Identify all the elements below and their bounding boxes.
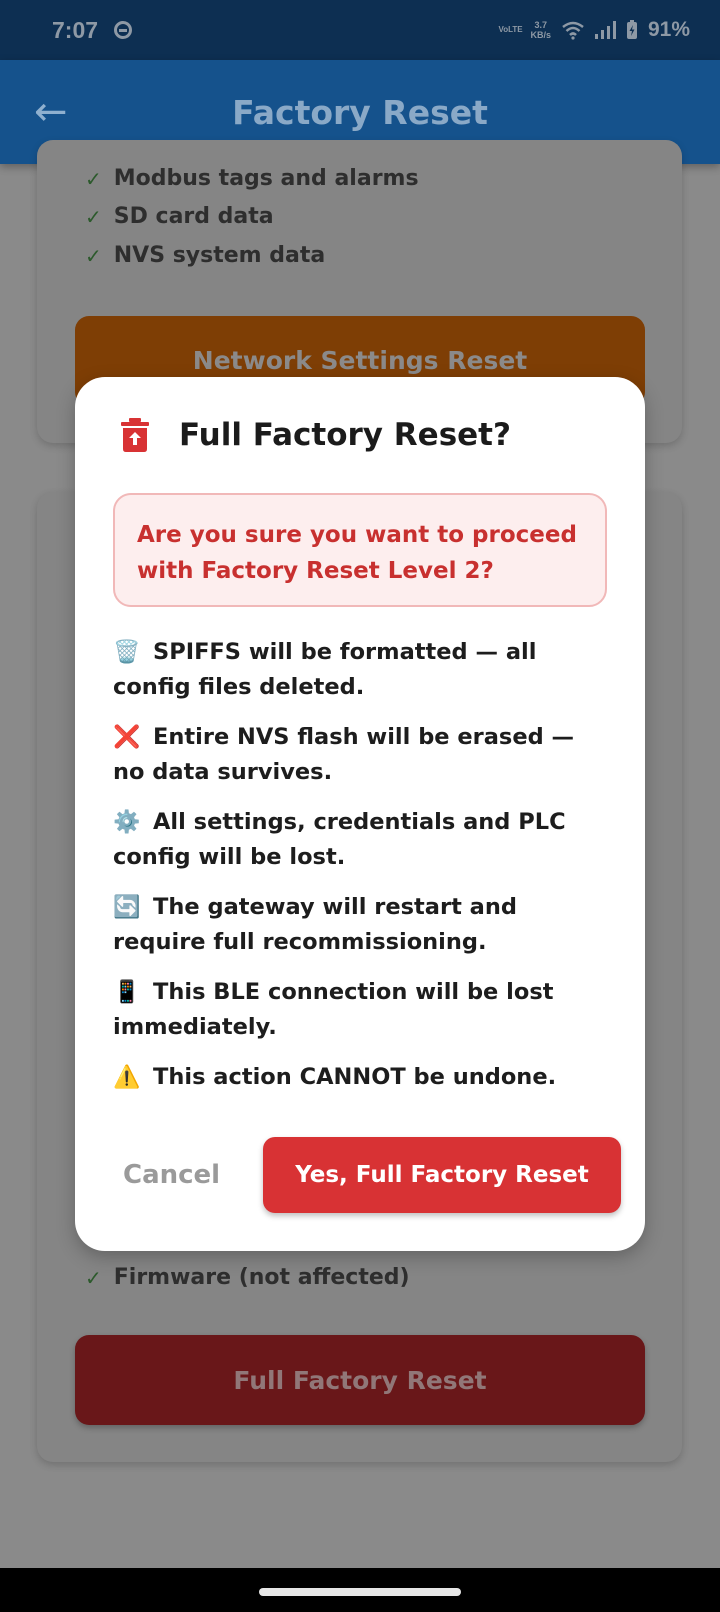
status-time: 7:07	[52, 16, 99, 43]
confirm-dialog: Full Factory Reset? Are you sure you wan…	[75, 377, 645, 1251]
network-speed-value: 3.7	[534, 20, 547, 30]
phone-icon: 📱	[113, 980, 141, 1005]
wifi-icon	[562, 21, 584, 40]
restart-icon: 🔄	[113, 895, 141, 920]
list-item: ✓ Modbus tags and alarms	[85, 166, 419, 191]
list-item-label: SD card data	[113, 204, 274, 229]
dialog-header: Full Factory Reset?	[121, 417, 511, 453]
full-factory-reset-button[interactable]: Full Factory Reset	[75, 1335, 645, 1425]
delete-forever-icon	[121, 418, 149, 452]
warning-box: Are you sure you want to proceed with Fa…	[113, 493, 607, 607]
dialog-title: Full Factory Reset?	[179, 417, 511, 453]
cross-mark-icon: ❌	[113, 725, 141, 750]
consequence-list: 🗑️ SPIFFS will be formatted — all config …	[113, 635, 613, 1111]
consequence-item: 📱 This BLE connection will be lost immedi…	[113, 975, 613, 1044]
consequence-text: This BLE connection will be lost immedia…	[113, 979, 554, 1040]
page-title: Factory Reset	[232, 92, 488, 132]
consequence-item: 🔄 The gateway will restart and require fu…	[113, 890, 613, 959]
battery-percent: 91%	[647, 18, 690, 41]
volte-indicator: VoLTE	[498, 25, 523, 34]
network-speed: 3.7 KB/s	[530, 20, 551, 40]
consequence-item: ⚙️ All settings, credentials and PLC conf…	[113, 805, 613, 874]
home-gesture-handle[interactable]	[259, 1588, 461, 1596]
list-item-label: Firmware (not affected)	[113, 1265, 410, 1290]
confirm-factory-reset-button[interactable]: Yes, Full Factory Reset	[263, 1137, 621, 1213]
cancel-button[interactable]: Cancel	[123, 1137, 220, 1213]
dialog-actions: Cancel Yes, Full Factory Reset	[113, 1137, 621, 1213]
consequence-item: ❌ Entire NVS flash will be erased — no da…	[113, 720, 613, 789]
list-item-label: NVS system data	[113, 243, 326, 268]
battery-charging-icon	[626, 20, 637, 39]
trash-icon: 🗑️	[113, 640, 141, 665]
check-icon: ✓	[85, 166, 102, 191]
list-item-label: Modbus tags and alarms	[113, 166, 419, 191]
list-item: ✓ NVS system data	[85, 243, 325, 268]
system-nav-bar	[0, 1568, 720, 1612]
list-item: ✓ SD card data	[85, 204, 274, 229]
check-icon: ✓	[85, 1265, 102, 1290]
status-bar: 7:07 VoLTE 3.7 KB/s 91%	[0, 0, 720, 60]
status-icons: VoLTE 3.7 KB/s 91%	[498, 18, 690, 42]
consequence-text: Entire NVS flash will be erased — no dat…	[113, 724, 575, 785]
dnd-icon	[114, 21, 133, 39]
warning-icon: ⚠️	[113, 1065, 141, 1090]
consequence-text: All settings, credentials and PLC config…	[113, 809, 566, 870]
check-icon: ✓	[85, 243, 102, 268]
consequence-item: 🗑️ SPIFFS will be formatted — all config …	[113, 635, 613, 704]
consequence-text: SPIFFS will be formatted — all config fi…	[113, 639, 537, 700]
consequence-text: This action CANNOT be undone.	[153, 1064, 557, 1090]
consequence-text: The gateway will restart and require ful…	[113, 894, 517, 955]
list-item: ✓ Firmware (not affected)	[85, 1265, 410, 1290]
network-speed-unit: KB/s	[530, 30, 551, 40]
gear-icon: ⚙️	[113, 810, 141, 835]
back-arrow-icon[interactable]: ←	[34, 88, 68, 136]
consequence-item: ⚠️ This action CANNOT be undone.	[113, 1060, 613, 1095]
check-icon: ✓	[85, 204, 102, 229]
signal-icon	[594, 21, 616, 39]
